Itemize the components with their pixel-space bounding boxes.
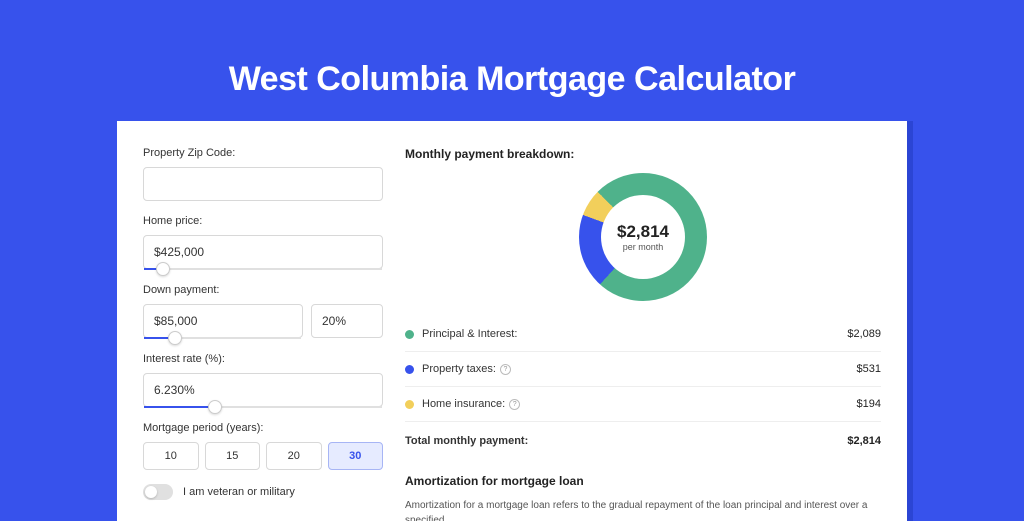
total-label: Total monthly payment:: [405, 435, 847, 447]
separator: [405, 351, 881, 352]
amortization-text: Amortization for a mortgage loan refers …: [405, 498, 881, 521]
period-label: Mortgage period (years):: [143, 422, 383, 434]
amortization-title: Amortization for mortgage loan: [405, 474, 881, 488]
info-icon[interactable]: ?: [500, 364, 511, 375]
breakdown-column: Monthly payment breakdown: $2,814 per mo…: [405, 147, 881, 521]
slider-handle[interactable]: [156, 262, 170, 276]
donut-sub: per month: [623, 242, 664, 252]
separator: [405, 386, 881, 387]
period-button-30[interactable]: 30: [328, 442, 384, 470]
down-amount-input[interactable]: [143, 304, 303, 338]
period-button-10[interactable]: 10: [143, 442, 199, 470]
donut-center: $2,814 per month: [601, 195, 685, 279]
donut-chart-wrap: $2,814 per month: [405, 173, 881, 301]
total-value: $2,814: [847, 435, 881, 447]
period-field: Mortgage period (years): 10152030: [143, 422, 383, 470]
breakdown-row: Home insurance: ?$194: [405, 391, 881, 417]
separator: [405, 421, 881, 422]
zip-label: Property Zip Code:: [143, 147, 383, 159]
legend-dot: [405, 365, 414, 374]
down-payment-slider[interactable]: [144, 337, 301, 339]
period-button-15[interactable]: 15: [205, 442, 261, 470]
interest-rate-field: Interest rate (%):: [143, 353, 383, 408]
slider-handle[interactable]: [168, 331, 182, 345]
row-value: $2,089: [847, 328, 881, 340]
row-value: $531: [857, 363, 881, 375]
interest-rate-slider[interactable]: [144, 406, 382, 408]
interest-rate-label: Interest rate (%):: [143, 353, 383, 365]
total-row: Total monthly payment: $2,814: [405, 426, 881, 454]
veteran-toggle[interactable]: [143, 484, 173, 500]
row-label: Home insurance: ?: [422, 398, 857, 410]
down-pct-input[interactable]: [311, 304, 383, 338]
calculator-card: Property Zip Code: Home price: Down paym…: [117, 121, 907, 521]
zip-field: Property Zip Code:: [143, 147, 383, 201]
veteran-label: I am veteran or military: [183, 486, 295, 498]
page-title: West Columbia Mortgage Calculator: [0, 0, 1024, 121]
home-price-label: Home price:: [143, 215, 383, 227]
breakdown-row: Property taxes: ?$531: [405, 356, 881, 382]
slider-handle[interactable]: [208, 400, 222, 414]
row-label: Property taxes: ?: [422, 363, 857, 375]
period-button-20[interactable]: 20: [266, 442, 322, 470]
toggle-knob: [145, 486, 157, 498]
donut-chart: $2,814 per month: [579, 173, 707, 301]
donut-amount: $2,814: [617, 222, 669, 242]
zip-input[interactable]: [143, 167, 383, 201]
form-column: Property Zip Code: Home price: Down paym…: [143, 147, 383, 521]
down-payment-field: Down payment:: [143, 284, 383, 339]
veteran-toggle-row: I am veteran or military: [143, 484, 383, 500]
home-price-field: Home price:: [143, 215, 383, 270]
home-price-input[interactable]: [143, 235, 383, 269]
breakdown-title: Monthly payment breakdown:: [405, 147, 881, 161]
legend-dot: [405, 400, 414, 409]
row-value: $194: [857, 398, 881, 410]
info-icon[interactable]: ?: [509, 399, 520, 410]
down-payment-label: Down payment:: [143, 284, 383, 296]
home-price-slider[interactable]: [144, 268, 382, 270]
interest-rate-input[interactable]: [143, 373, 383, 407]
breakdown-row: Principal & Interest:$2,089: [405, 321, 881, 347]
legend-dot: [405, 330, 414, 339]
row-label: Principal & Interest:: [422, 328, 847, 340]
